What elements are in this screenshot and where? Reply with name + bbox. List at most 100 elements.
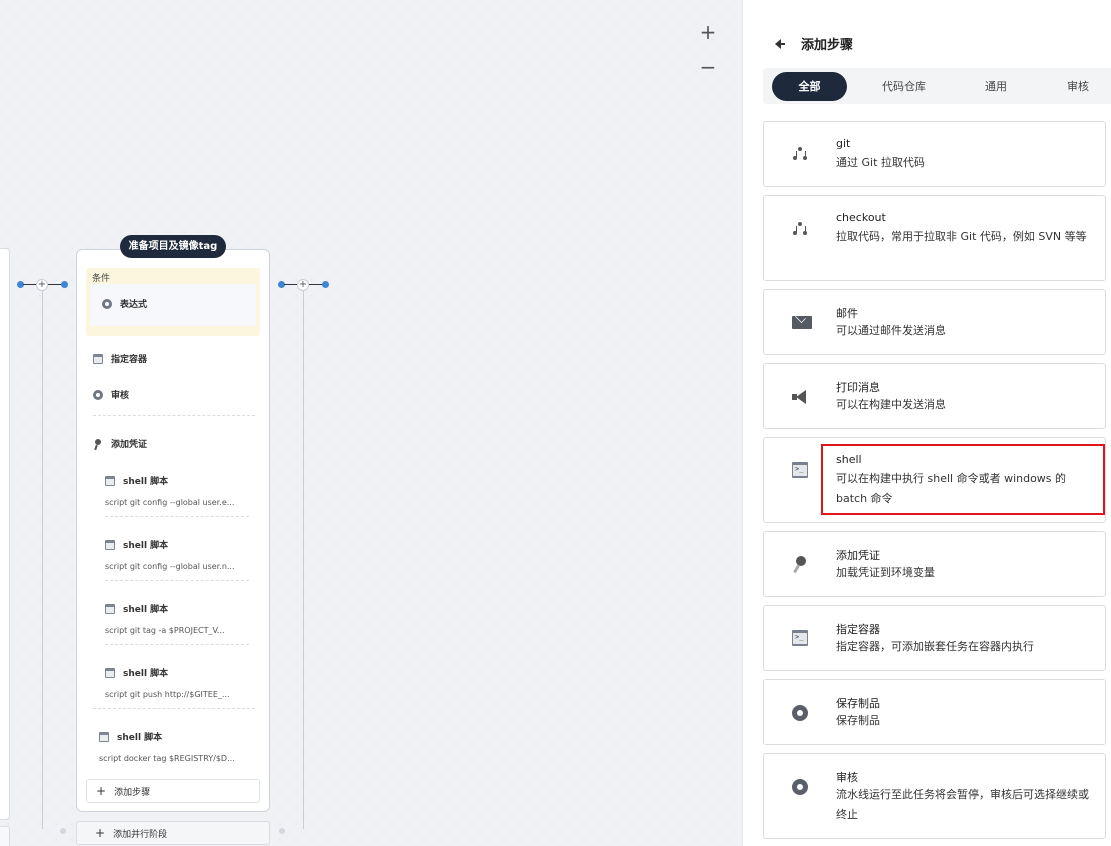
step-card-save-artifact[interactable]: 保存制品 保存制品 [763, 679, 1106, 745]
script-preview: script git push http://$GITEE_... [105, 690, 230, 699]
step-credential[interactable]: 添加凭证 [93, 437, 147, 450]
script-preview: script docker tag $REGISTRY/$D... [99, 754, 235, 763]
divider [105, 516, 249, 517]
terminal-icon [792, 630, 808, 646]
step-label: shell 脚本 [123, 605, 169, 615]
git-icon [792, 147, 808, 163]
key-icon [792, 556, 808, 572]
step-label: 指定容器 [111, 355, 148, 365]
terminal-icon [105, 539, 115, 550]
step-card-checkout[interactable]: checkout 拉取代码，常用于拉取非 Git 代码，例如 SVN 等等 [763, 195, 1106, 281]
step-label: 审核 [111, 391, 130, 401]
parallel-line [42, 291, 43, 829]
card-desc: 可以通过邮件发送消息 [836, 324, 946, 337]
circle-icon [93, 389, 103, 400]
card-desc: 流水线运行至此任务将会暂停，审核后可选择继续或终止 [836, 788, 1089, 821]
add-step-panel: 添加步骤 全部 代码仓库 通用 审核 git 通过 Git 拉取代码 check… [742, 0, 1111, 846]
step-container[interactable]: 指定容器 [93, 352, 147, 365]
step-label: 表达式 [120, 300, 148, 310]
add-step-label: 添加步骤 [114, 787, 151, 798]
card-name: checkout [836, 211, 886, 224]
shell-step[interactable]: shell 脚本 [105, 538, 168, 551]
panel-title: 添加步骤 [801, 38, 854, 53]
card-desc: 可以在构建中发送消息 [836, 398, 946, 411]
connector-dot [322, 281, 329, 288]
zoom-in-button[interactable]: + [698, 22, 718, 42]
plus-icon: + [96, 784, 107, 798]
card-name: 保存制品 [836, 697, 880, 710]
script-preview: script git config --global user.n... [105, 562, 235, 571]
divider [93, 708, 255, 709]
script-preview: script git tag -a $PROJECT_V... [105, 626, 225, 635]
card-desc: 加载凭证到环境变量 [836, 566, 935, 579]
divider [105, 644, 249, 645]
card-name: 指定容器 [836, 623, 880, 636]
card-desc: 拉取代码，常用于拉取非 Git 代码，例如 SVN 等等 [836, 230, 1087, 243]
divider [93, 415, 255, 416]
plus-icon: + [95, 826, 106, 840]
step-review[interactable]: 审核 [93, 388, 129, 401]
condition-box[interactable]: 条件 表达式 [86, 268, 260, 336]
tab-all[interactable]: 全部 [772, 72, 847, 101]
add-parallel-label: 添加并行阶段 [113, 829, 168, 840]
mail-icon [792, 316, 812, 329]
terminal-icon [93, 353, 103, 364]
connector-dot [60, 828, 66, 834]
card-name: 邮件 [836, 307, 858, 320]
script-preview: script git config --global user.e... [105, 498, 235, 507]
step-card-credential[interactable]: 添加凭证 加载凭证到环境变量 [763, 531, 1106, 597]
step-card-container[interactable]: 指定容器 指定容器，可添加嵌套任务在容器内执行 [763, 605, 1106, 671]
connector-dot [279, 828, 285, 834]
card-name: 添加凭证 [836, 549, 880, 562]
terminal-icon [792, 462, 808, 478]
shell-step[interactable]: shell 脚本 [99, 730, 162, 743]
category-tabs: 全部 代码仓库 通用 审核 [763, 68, 1111, 104]
tab-code-repo[interactable]: 代码仓库 [865, 72, 943, 101]
add-stage-plus-icon[interactable]: + [297, 279, 309, 291]
add-parallel-stage-button[interactable]: + 添加并行阶段 [76, 821, 270, 845]
shell-step[interactable]: shell 脚本 [105, 474, 168, 487]
condition-label: 条件 [92, 274, 111, 284]
stage-title[interactable]: 准备项目及镜像tag [120, 235, 226, 258]
add-step-button[interactable]: + 添加步骤 [86, 779, 260, 803]
shell-highlight-box [821, 444, 1105, 515]
add-stage-plus-icon[interactable]: + [36, 279, 48, 291]
terminal-icon [105, 475, 115, 486]
card-desc: 指定容器，可添加嵌套任务在容器内执行 [836, 640, 1034, 653]
key-icon [93, 438, 103, 449]
step-card-git[interactable]: git 通过 Git 拉取代码 [763, 121, 1106, 187]
terminal-icon [99, 731, 109, 742]
circle-icon [792, 779, 808, 795]
expression-step[interactable]: 表达式 [102, 297, 147, 310]
card-desc: 保存制品 [836, 714, 880, 727]
zoom-out-button[interactable]: − [698, 57, 718, 77]
card-name: 审核 [836, 771, 858, 784]
divider [105, 580, 249, 581]
circle-icon [792, 705, 808, 721]
step-label: shell 脚本 [123, 541, 169, 551]
step-label: 添加凭证 [111, 440, 148, 450]
step-card-print-message[interactable]: 打印消息 可以在构建中发送消息 [763, 363, 1106, 429]
previous-stage-footer [0, 826, 10, 846]
back-arrow-icon[interactable] [773, 37, 787, 51]
step-card-review[interactable]: 审核 流水线运行至此任务将会暂停，审核后可选择继续或终止 [763, 753, 1106, 839]
shell-step[interactable]: shell 脚本 [105, 602, 168, 615]
step-label: shell 脚本 [123, 669, 169, 679]
circle-icon [102, 298, 112, 309]
previous-stage-card[interactable] [0, 248, 10, 820]
tab-general[interactable]: 通用 [963, 72, 1029, 101]
card-name: 打印消息 [836, 381, 880, 394]
step-label: shell 脚本 [117, 733, 163, 743]
condition-item[interactable]: 表达式 [90, 284, 256, 326]
parallel-line [303, 291, 304, 829]
step-card-mail[interactable]: 邮件 可以通过邮件发送消息 [763, 289, 1106, 355]
terminal-icon [105, 667, 115, 678]
terminal-icon [105, 603, 115, 614]
card-name: git [836, 137, 851, 150]
speaker-icon [792, 389, 808, 405]
step-label: shell 脚本 [123, 477, 169, 487]
stage-card[interactable]: 条件 表达式 指定容器 审核 添加凭证 shell 脚本 script git … [76, 249, 270, 812]
tab-review[interactable]: 审核 [1053, 72, 1103, 101]
shell-step[interactable]: shell 脚本 [105, 666, 168, 679]
card-desc: 通过 Git 拉取代码 [836, 156, 925, 169]
